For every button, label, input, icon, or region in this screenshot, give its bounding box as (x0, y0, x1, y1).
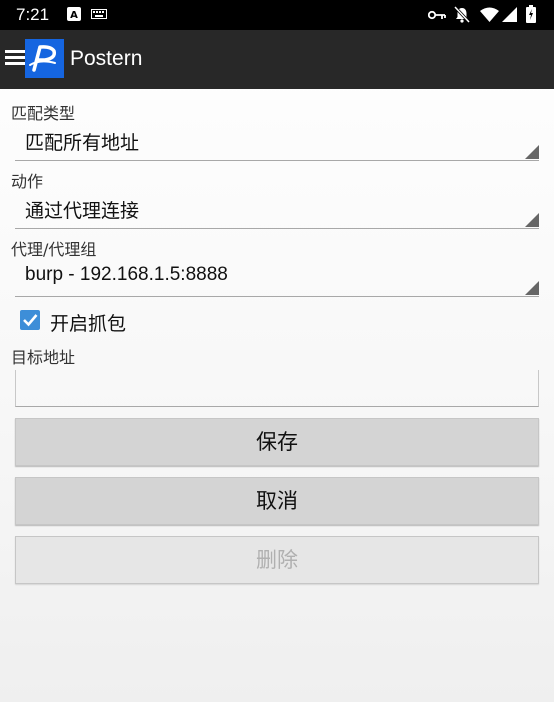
target-label: 目标地址 (11, 348, 76, 367)
proxy-value: burp - 192.168.1.5:8888 (25, 264, 228, 285)
keyboard-icon (91, 9, 107, 19)
action-value: 通过代理连接 (25, 200, 140, 222)
menu-icon[interactable] (5, 50, 25, 68)
app-logo (25, 39, 64, 78)
match-type-label: 匹配类型 (11, 104, 76, 123)
dropdown-arrow-icon (525, 145, 539, 159)
app-title: Postern (70, 47, 143, 70)
proxy-spinner[interactable]: burp - 192.168.1.5:8888 (15, 258, 539, 297)
dropdown-arrow-icon (525, 213, 539, 227)
svg-text:A: A (70, 10, 78, 21)
action-spinner[interactable]: 通过代理连接 (15, 190, 539, 229)
app-bar: Postern (0, 30, 554, 89)
delete-button: 删除 (15, 536, 539, 584)
proxy-label: 代理/代理组 (11, 240, 97, 259)
cancel-button[interactable]: 取消 (15, 477, 539, 525)
key-icon (428, 10, 446, 20)
status-bar: 7:21 A (0, 0, 554, 30)
match-type-spinner[interactable]: 匹配所有地址 (15, 122, 539, 161)
match-type-value: 匹配所有地址 (25, 132, 140, 154)
a-badge-icon: A (67, 7, 81, 21)
status-time: 7:21 (16, 5, 50, 24)
dropdown-arrow-icon (525, 281, 539, 295)
action-label: 动作 (11, 172, 44, 191)
save-button[interactable]: 保存 (15, 418, 539, 466)
capture-checkbox[interactable] (20, 310, 40, 330)
notifications-off-icon (454, 6, 470, 23)
postern-logo-icon (29, 45, 57, 72)
signal-icon (502, 7, 517, 22)
capture-label: 开启抓包 (50, 313, 127, 335)
battery-icon (526, 5, 536, 23)
target-address-input[interactable] (15, 370, 539, 407)
wifi-icon (480, 7, 499, 22)
checkmark-icon (23, 314, 38, 327)
